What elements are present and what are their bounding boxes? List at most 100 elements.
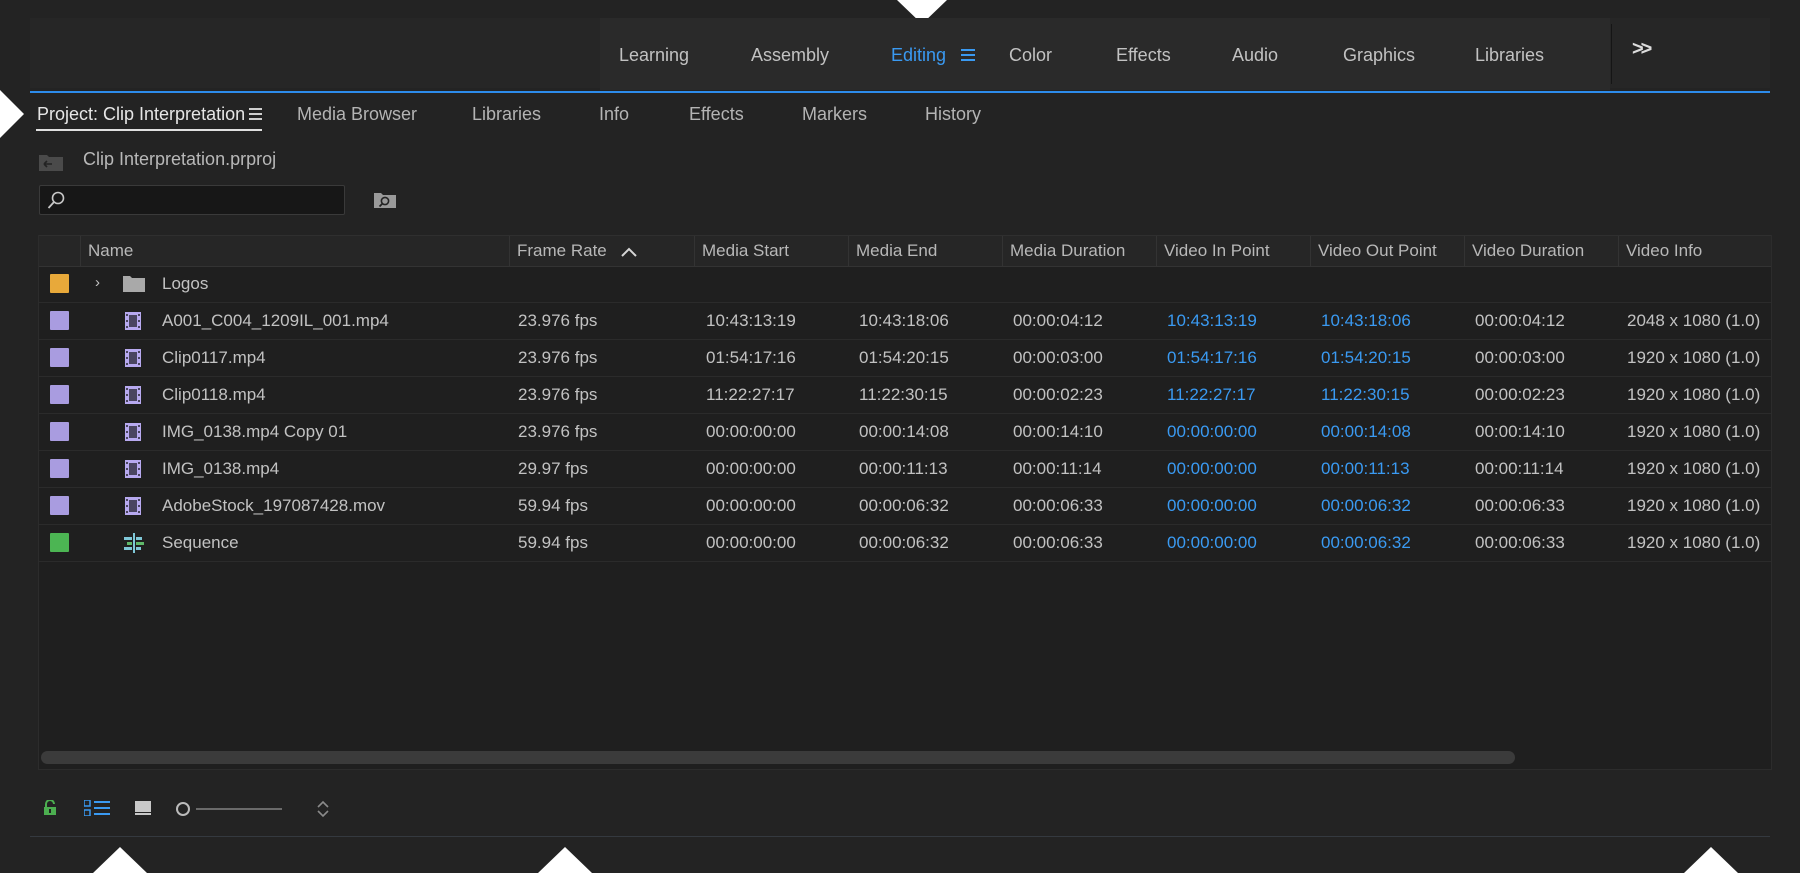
media-end-cell: 00:00:06:32 (859, 496, 949, 515)
video-duration-cell: 00:00:14:10 (1475, 422, 1565, 441)
media-end-cell: 00:00:14:08 (859, 422, 949, 441)
search-icon (47, 191, 65, 209)
workspace-tab-effects[interactable]: Effects (1116, 18, 1171, 90)
column-header-media-end[interactable]: Media End (848, 236, 1002, 266)
label-color-swatch[interactable] (50, 459, 69, 478)
video-in-point-cell[interactable]: 10:43:13:19 (1167, 303, 1257, 339)
column-header-video-info[interactable]: Video Info (1618, 236, 1771, 266)
label-color-swatch[interactable] (50, 422, 69, 441)
video-out-point-cell[interactable]: 11:22:30:15 (1321, 377, 1410, 413)
zoom-slider-track[interactable] (196, 808, 282, 810)
video-in-point-cell[interactable]: 00:00:00:00 (1167, 488, 1257, 524)
label-color-swatch[interactable] (50, 348, 69, 367)
item-name: Clip0118.mp4 (162, 385, 266, 404)
clip-row[interactable]: IMG_0138.mp4 Copy 01 23.976 fps 00:00:00… (39, 414, 1771, 451)
video-duration-cell: 00:00:06:33 (1475, 496, 1565, 515)
lock-icon[interactable] (42, 800, 58, 816)
new-search-bin-icon[interactable] (373, 190, 397, 210)
left-notch-marker (0, 90, 24, 138)
clip-row[interactable]: IMG_0138.mp4 29.97 fps 00:00:00:00 00:00… (39, 451, 1771, 488)
video-info-cell: 1920 x 1080 (1.0) (1627, 459, 1761, 478)
media-duration-cell: 00:00:02:23 (1013, 385, 1103, 404)
workspace-tab-libraries[interactable]: Libraries (1475, 18, 1544, 90)
video-in-point-cell[interactable]: 00:00:00:00 (1167, 414, 1257, 450)
workspace-tab-editing[interactable]: Editing (891, 18, 946, 90)
frame-rate-cell: 59.94 fps (518, 533, 588, 552)
video-out-point-cell[interactable]: 01:54:20:15 (1321, 340, 1411, 376)
tab-media-browser[interactable]: Media Browser (297, 102, 417, 130)
column-header-row: Name Frame Rate Media Start Media End Me… (39, 235, 1771, 267)
workspace-menu-icon[interactable] (961, 49, 975, 61)
tab-info[interactable]: Info (599, 102, 629, 130)
workspace-tab-audio[interactable]: Audio (1232, 18, 1278, 90)
search-box[interactable] (39, 185, 345, 215)
sort-ascending-icon (621, 247, 638, 257)
column-header-media-duration[interactable]: Media Duration (1002, 236, 1156, 266)
clip-row[interactable]: Clip0118.mp4 23.976 fps 11:22:27:17 11:2… (39, 377, 1771, 414)
search-input[interactable] (72, 190, 336, 212)
label-column-header[interactable] (39, 236, 80, 266)
clip-row[interactable]: AdobeStock_197087428.mov 59.94 fps 00:00… (39, 488, 1771, 525)
media-start-cell: 10:43:13:19 (706, 311, 796, 330)
column-header-video-out-point[interactable]: Video Out Point (1310, 236, 1464, 266)
clip-row[interactable]: Clip0117.mp4 23.976 fps 01:54:17:16 01:5… (39, 340, 1771, 377)
tab-project[interactable]: Project: Clip Interpretation (37, 102, 245, 130)
column-header-frame-rate[interactable]: Frame Rate (509, 236, 694, 266)
media-start-cell: 00:00:00:00 (706, 422, 796, 441)
video-in-point-cell[interactable]: 11:22:27:17 (1167, 377, 1256, 413)
tab-libraries[interactable]: Libraries (472, 102, 541, 130)
workspace-tab-graphics[interactable]: Graphics (1343, 18, 1415, 90)
tab-effects[interactable]: Effects (689, 102, 744, 130)
project-folder-icon[interactable] (38, 152, 64, 172)
column-header-video-in-point[interactable]: Video In Point (1156, 236, 1310, 266)
sort-icons-icon[interactable] (316, 799, 330, 819)
video-duration-cell: 00:00:03:00 (1475, 348, 1565, 367)
workspace-tab-assembly[interactable]: Assembly (751, 18, 829, 90)
label-color-swatch[interactable] (50, 311, 69, 330)
bottom-notch-marker (1684, 847, 1738, 873)
video-in-point-cell[interactable]: 00:00:00:00 (1167, 451, 1257, 487)
horizontal-scrollbar[interactable] (41, 751, 1515, 764)
workspace-tab-color[interactable]: Color (1009, 18, 1052, 90)
media-end-cell: 01:54:20:15 (859, 348, 949, 367)
clip-row[interactable]: A001_C004_1209IL_001.mp4 23.976 fps 10:4… (39, 303, 1771, 340)
video-in-point-cell[interactable]: 01:54:17:16 (1167, 340, 1257, 376)
video-in-point-cell[interactable]: 00:00:00:00 (1167, 525, 1257, 561)
label-color-swatch[interactable] (50, 533, 69, 552)
zoom-slider-handle[interactable] (176, 802, 190, 816)
frame-rate-cell: 23.976 fps (518, 385, 598, 404)
column-header-video-duration[interactable]: Video Duration (1464, 236, 1618, 266)
active-tab-underline (36, 129, 262, 131)
video-info-cell: 1920 x 1080 (1.0) (1627, 348, 1761, 367)
tab-markers[interactable]: Markers (802, 102, 867, 130)
list-view-icon[interactable] (84, 800, 110, 816)
label-color-swatch[interactable] (50, 274, 69, 293)
video-info-cell: 1920 x 1080 (1.0) (1627, 385, 1761, 404)
workspace-tab-learning[interactable]: Learning (619, 18, 689, 90)
media-start-cell: 11:22:27:17 (706, 385, 795, 404)
frame-rate-cell: 59.94 fps (518, 496, 588, 515)
media-duration-cell: 00:00:06:33 (1013, 496, 1103, 515)
video-out-point-cell[interactable]: 10:43:18:06 (1321, 303, 1411, 339)
panel-menu-icon[interactable] (249, 108, 262, 120)
video-out-point-cell[interactable]: 00:00:06:32 (1321, 525, 1411, 561)
tab-history[interactable]: History (925, 102, 981, 130)
bottom-notch-marker (93, 847, 147, 873)
workspace-overflow-button[interactable]: >> (1632, 38, 1652, 61)
column-header-name[interactable]: Name (80, 236, 509, 266)
icon-view-icon[interactable] (135, 800, 151, 816)
project-item-list: Name Frame Rate Media Start Media End Me… (38, 235, 1772, 770)
video-duration-cell: 00:00:02:23 (1475, 385, 1565, 404)
sequence-row[interactable]: Sequence 59.94 fps 00:00:00:00 00:00:06:… (39, 525, 1771, 562)
video-out-point-cell[interactable]: 00:00:14:08 (1321, 414, 1411, 450)
expand-chevron-icon[interactable]: › (95, 266, 100, 302)
video-clip-icon (125, 349, 141, 367)
column-header-media-start[interactable]: Media Start (694, 236, 848, 266)
video-out-point-cell[interactable]: 00:00:11:13 (1321, 451, 1410, 487)
label-color-swatch[interactable] (50, 496, 69, 515)
item-name: Clip0117.mp4 (162, 348, 266, 367)
label-color-swatch[interactable] (50, 385, 69, 404)
bin-row-logos[interactable]: › Logos (39, 266, 1771, 303)
video-out-point-cell[interactable]: 00:00:06:32 (1321, 488, 1411, 524)
video-duration-cell: 00:00:11:14 (1475, 459, 1564, 478)
